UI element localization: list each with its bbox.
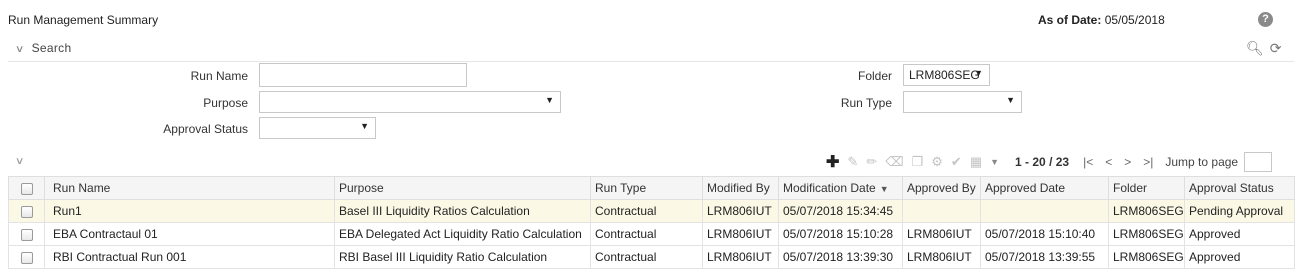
cell-approved-by: LRM806IUT <box>902 245 981 269</box>
folder-label: Folder <box>857 69 892 83</box>
page-title: Run Management Summary <box>8 13 159 27</box>
cell-run-name[interactable]: Run1 <box>44 199 335 223</box>
as-of-date-value: 05/05/2018 <box>1104 13 1165 27</box>
cell-folder: LRM806SEG <box>1108 222 1185 246</box>
dropdown-arrow-icon: ▼ <box>545 95 554 105</box>
sort-descending-icon: ▼ <box>879 184 889 194</box>
divider <box>8 61 1294 62</box>
cell-run-name[interactable]: EBA Contractaul 01 <box>44 222 335 246</box>
cell-approved-date: 05/07/2018 13:39:55 <box>980 245 1109 269</box>
grid-toolbar: ✚ ✎ ✏︎ ⌫ ❐ ⚙︎ ✔ ▦ ▼ 1 - 20 / 23 |< < > >… <box>826 152 1273 172</box>
menu-dropdown-icon: ▼ <box>990 157 1000 167</box>
cell-approval-status: Approved <box>1184 222 1295 246</box>
cell-modified-by: LRM806IUT <box>702 222 779 246</box>
col-run-name[interactable]: Run Name <box>44 176 335 200</box>
pencil-icon: ✏︎ <box>866 154 878 169</box>
dropdown-arrow-icon: ▼ <box>360 121 369 131</box>
col-modified-by[interactable]: Modified By <box>702 176 779 200</box>
col-run-type[interactable]: Run Type <box>590 176 703 200</box>
cell-approved-date <box>980 199 1109 223</box>
search-tools: 🔍︎ ⟳ <box>1240 40 1282 57</box>
approval-status-label: Approval Status <box>163 122 248 136</box>
folder-select[interactable]: LRM806SEG ▼ <box>903 64 990 86</box>
copy-icon: ❐ <box>911 154 924 169</box>
cell-run-type: Contractual <box>590 245 703 269</box>
run-name-input[interactable] <box>259 63 467 87</box>
search-section-toggle[interactable]: ∨ Search <box>14 41 72 55</box>
col-approved-date[interactable]: Approved Date <box>980 176 1109 200</box>
last-page-icon[interactable]: >| <box>1143 155 1153 169</box>
help-icon[interactable]: ? <box>1258 12 1273 27</box>
export-icon: ▦ <box>969 154 983 169</box>
row-checkbox[interactable] <box>8 199 45 223</box>
col-modification-date[interactable]: Modification Date ▼ <box>778 176 903 200</box>
run-type-label: Run Type <box>840 96 892 110</box>
cell-modified-by: LRM806IUT <box>702 245 779 269</box>
add-icon[interactable]: ✚ <box>826 152 839 172</box>
search-section-title: Search <box>31 41 72 55</box>
col-folder[interactable]: Folder <box>1108 176 1185 200</box>
cell-approved-by: LRM806IUT <box>902 222 981 246</box>
cell-approval-status: Pending Approval <box>1184 199 1295 223</box>
dropdown-arrow-icon: ▼ <box>974 68 983 78</box>
cell-folder: LRM806SEG <box>1108 245 1185 269</box>
select-all-checkbox[interactable] <box>8 176 45 200</box>
cell-run-type: Contractual <box>590 199 703 223</box>
first-page-icon[interactable]: |< <box>1083 155 1093 169</box>
table-row[interactable]: RBI Contractual Run 001 RBI Basel III Li… <box>8 245 1295 269</box>
dropdown-arrow-icon: ▼ <box>1006 95 1015 105</box>
cell-purpose: RBI Basel III Liquidity Ratio Calculatio… <box>334 245 591 269</box>
run-name-label: Run Name <box>190 69 248 83</box>
as-of-date-label: As of Date: <box>1038 13 1102 27</box>
col-approval-status[interactable]: Approval Status <box>1184 176 1295 200</box>
table-row[interactable]: EBA Contractaul 01 EBA Delegated Act Liq… <box>8 222 1295 246</box>
cell-modification-date: 05/07/2018 15:34:45 <box>778 199 903 223</box>
as-of-date: As of Date: 05/05/2018 <box>1038 13 1165 27</box>
cell-purpose: Basel III Liquidity Ratios Calculation <box>334 199 591 223</box>
cell-run-type: Contractual <box>590 222 703 246</box>
approve-icon: ✔ <box>950 154 962 169</box>
delete-icon: ⌫ <box>885 154 904 169</box>
cell-modification-date: 05/07/2018 13:39:30 <box>778 245 903 269</box>
chevron-down-icon: ∨ <box>14 44 25 55</box>
folder-select-value: LRM806SEG <box>909 68 980 82</box>
refresh-icon[interactable]: ⟳ <box>1270 40 1282 56</box>
pagination-status: 1 - 20 / 23 <box>1015 155 1070 169</box>
jump-to-page-input[interactable] <box>1244 152 1273 172</box>
table-header-row: Run Name Purpose Run Type Modified By Mo… <box>8 176 1295 200</box>
run-table: Run Name Purpose Run Type Modified By Mo… <box>8 176 1295 269</box>
previous-page-icon[interactable]: < <box>1105 155 1112 169</box>
cell-modification-date: 05/07/2018 15:10:28 <box>778 222 903 246</box>
cell-approval-status: Approved <box>1184 245 1295 269</box>
table-row[interactable]: Run1 Basel III Liquidity Ratios Calculat… <box>8 199 1295 223</box>
row-checkbox[interactable] <box>8 222 45 246</box>
collapse-chevron-icon[interactable]: ∨ <box>15 156 25 167</box>
col-modification-date-label: Modification Date <box>783 181 876 195</box>
cell-modified-by: LRM806IUT <box>702 199 779 223</box>
next-page-icon[interactable]: > <box>1124 155 1131 169</box>
search-icon[interactable]: 🔍︎ <box>1246 40 1264 56</box>
approval-status-select[interactable]: ▼ <box>259 117 376 139</box>
run-type-select[interactable]: ▼ <box>903 91 1022 113</box>
cell-approved-date: 05/07/2018 15:10:40 <box>980 222 1109 246</box>
jump-to-page-label: Jump to page <box>1165 155 1239 169</box>
cell-run-name[interactable]: RBI Contractual Run 001 <box>44 245 335 269</box>
edit-icon: ✎ <box>847 154 859 169</box>
purpose-select[interactable]: ▼ <box>259 91 561 113</box>
cell-approved-by <box>902 199 981 223</box>
cell-folder: LRM806SEG <box>1108 199 1185 223</box>
cell-purpose: EBA Delegated Act Liquidity Ratio Calcul… <box>334 222 591 246</box>
execute-icon: ⚙︎ <box>931 154 943 169</box>
purpose-label: Purpose <box>203 96 248 110</box>
col-approved-by[interactable]: Approved By <box>902 176 981 200</box>
row-checkbox[interactable] <box>8 245 45 269</box>
col-purpose[interactable]: Purpose <box>334 176 591 200</box>
